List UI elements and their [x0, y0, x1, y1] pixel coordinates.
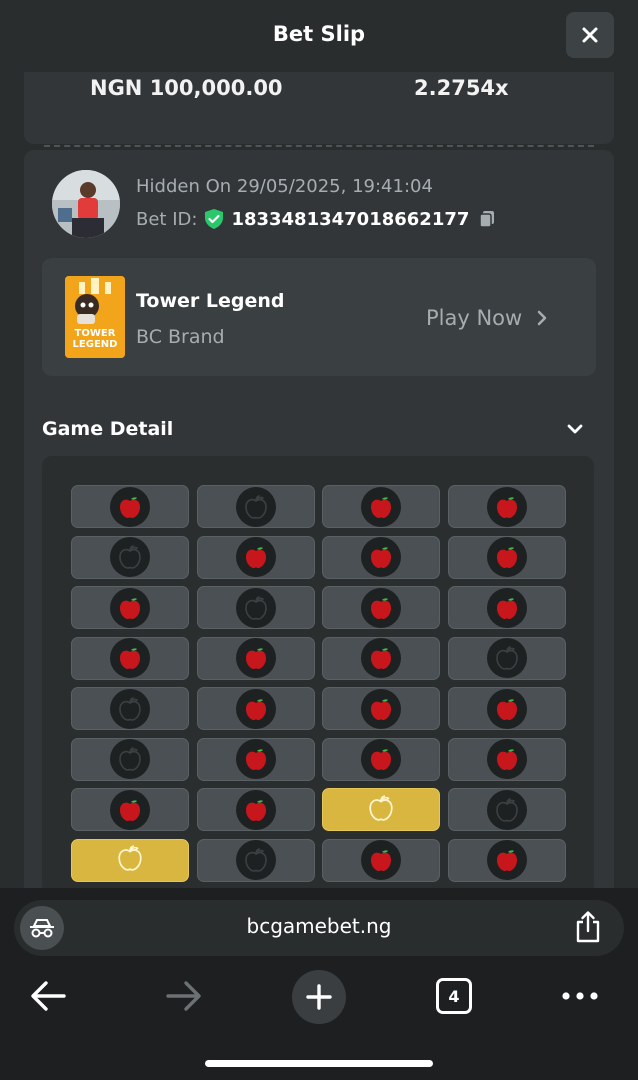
grid-cell	[197, 788, 315, 831]
empty-apple-icon	[110, 537, 150, 577]
avatar	[52, 170, 120, 238]
header: Bet Slip	[0, 0, 638, 72]
gold-apple-icon	[367, 794, 395, 826]
grid-cell	[197, 535, 315, 579]
grid-cell-picked	[71, 838, 189, 882]
grid-cell	[197, 737, 315, 781]
forward-arrow-icon[interactable]	[164, 978, 204, 1014]
stake-multiplier: 2.2754x	[414, 76, 509, 100]
grid-cell	[448, 485, 566, 528]
grid-cell	[448, 788, 566, 831]
red-apple-icon	[361, 739, 401, 779]
grid-cell	[322, 485, 440, 528]
grid-cell	[322, 687, 440, 730]
grid-cell	[322, 636, 440, 680]
red-apple-icon	[236, 688, 276, 729]
red-apple-icon	[487, 688, 527, 729]
bet-id-value: 1833481347018662177	[231, 208, 470, 230]
close-icon	[582, 27, 598, 43]
grid-cell	[448, 636, 566, 680]
gold-apple-icon	[116, 844, 144, 876]
copy-icon[interactable]	[479, 210, 495, 228]
red-apple-icon	[487, 486, 527, 527]
grid-cell	[322, 586, 440, 629]
verified-shield-icon	[205, 209, 224, 229]
grid-cell	[448, 535, 566, 579]
grid-cell-picked	[322, 788, 440, 831]
thumb-title-line2: LEGEND	[73, 339, 118, 350]
red-apple-icon	[361, 587, 401, 628]
grid-cell	[197, 838, 315, 882]
grid-cell	[448, 838, 566, 882]
tabs-button[interactable]: 4	[436, 978, 472, 1014]
hidden-on-text: Hidden On 29/05/2025, 19:41:04	[136, 176, 433, 197]
grid-cell	[322, 838, 440, 882]
share-icon[interactable]	[574, 910, 602, 944]
red-apple-icon	[361, 688, 401, 729]
empty-apple-icon	[110, 739, 150, 779]
red-apple-icon	[236, 739, 276, 779]
thumb-title-line1: TOWER	[75, 328, 116, 339]
grid-cell	[71, 485, 189, 528]
empty-apple-icon	[487, 789, 527, 830]
grid-cell	[71, 737, 189, 781]
red-apple-icon	[487, 739, 527, 779]
grid-cell	[197, 687, 315, 730]
grid-cell	[448, 687, 566, 730]
empty-apple-icon	[236, 486, 276, 527]
home-indicator	[205, 1060, 433, 1067]
divider	[44, 145, 594, 147]
grid-cell	[197, 485, 315, 528]
play-now-button[interactable]: Play Now	[426, 306, 548, 330]
empty-apple-icon	[236, 840, 276, 880]
empty-apple-icon	[236, 587, 276, 628]
red-apple-icon	[361, 840, 401, 880]
back-arrow-icon[interactable]	[28, 978, 68, 1014]
grid-cell	[448, 737, 566, 781]
bet-id-label: Bet ID:	[136, 208, 198, 230]
close-button[interactable]	[566, 12, 614, 58]
red-apple-icon	[110, 789, 150, 830]
red-apple-icon	[487, 587, 527, 628]
empty-apple-icon	[487, 638, 527, 678]
grid-cell	[322, 737, 440, 781]
grid-cell	[71, 636, 189, 680]
game-name: Tower Legend	[136, 290, 285, 312]
url-text[interactable]: bcgamebet.ng	[0, 914, 638, 938]
stake-amount: NGN 100,000.00	[90, 76, 283, 100]
red-apple-icon	[361, 638, 401, 678]
grid-cell	[448, 586, 566, 629]
game-thumbnail: TOWER LEGEND	[65, 276, 125, 358]
game-provider: BC Brand	[136, 326, 225, 348]
new-tab-button[interactable]	[292, 970, 346, 1024]
red-apple-icon	[110, 587, 150, 628]
red-apple-icon	[487, 840, 527, 880]
grid-cell	[197, 586, 315, 629]
play-now-label: Play Now	[426, 306, 523, 330]
grid-cell	[71, 788, 189, 831]
red-apple-icon	[110, 486, 150, 527]
empty-apple-icon	[110, 688, 150, 729]
bet-id-row: Bet ID: 1833481347018662177	[136, 208, 495, 230]
chevron-right-icon	[537, 310, 547, 326]
game-card[interactable]: TOWER LEGEND Tower Legend BC Brand Play …	[42, 258, 596, 376]
plus-icon	[306, 984, 332, 1010]
red-apple-icon	[361, 486, 401, 527]
stake-card: NGN 100,000.00 2.2754x	[24, 72, 614, 144]
page-title: Bet Slip	[272, 22, 366, 46]
grid-cell	[71, 687, 189, 730]
game-detail-title: Game Detail	[42, 418, 174, 440]
red-apple-icon	[236, 537, 276, 577]
red-apple-icon	[110, 638, 150, 678]
grid-cell	[322, 535, 440, 579]
grid-cell	[71, 586, 189, 629]
grid-cell	[197, 636, 315, 680]
more-icon[interactable]	[560, 988, 600, 1004]
grid-cell	[71, 535, 189, 579]
red-apple-icon	[361, 537, 401, 577]
chevron-down-icon[interactable]	[566, 420, 584, 438]
red-apple-icon	[487, 537, 527, 577]
red-apple-icon	[236, 789, 276, 830]
red-apple-icon	[236, 638, 276, 678]
